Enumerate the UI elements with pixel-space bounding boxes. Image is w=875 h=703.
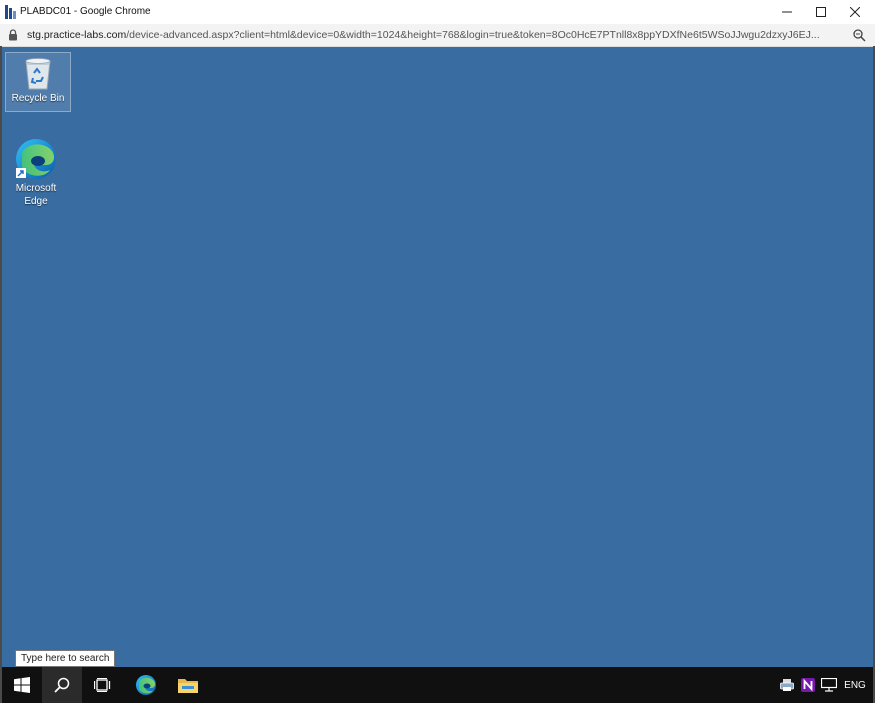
printer-icon: [780, 679, 794, 691]
taskbar-edge-button[interactable]: [126, 667, 166, 703]
edge-label: Microsoft Edge: [15, 183, 57, 207]
url-path: /device-advanced.aspx?client=html&device…: [126, 29, 820, 41]
zoom-icon[interactable]: [852, 28, 866, 42]
minimize-button[interactable]: [770, 0, 804, 24]
tray-onenote[interactable]: [799, 667, 817, 703]
url-host: stg.practice-labs.com: [27, 29, 127, 41]
lock-icon[interactable]: [8, 29, 18, 41]
start-icon: [14, 677, 30, 693]
tray-network[interactable]: [820, 667, 838, 703]
search-icon: [54, 677, 70, 693]
url-text[interactable]: stg.practice-labs.com/device-advanced.as…: [27, 29, 842, 41]
browser-title-bar: PLABDC01 - Google Chrome: [0, 0, 875, 24]
address-bar[interactable]: stg.practice-labs.com/device-advanced.as…: [0, 24, 875, 47]
network-icon: [821, 678, 837, 692]
desktop-icon-microsoft-edge[interactable]: Microsoft Edge: [4, 135, 68, 209]
task-view-icon: [94, 678, 111, 692]
taskbar: ENG: [2, 667, 873, 703]
recycle-bin-icon: [25, 58, 51, 90]
remote-desktop[interactable]: Recycle Bin Microsoft Edge Type here to …: [2, 47, 873, 667]
taskbar-file-explorer-button[interactable]: [168, 667, 208, 703]
onenote-icon: [801, 678, 815, 692]
search-tooltip: Type here to search: [15, 650, 116, 667]
close-button[interactable]: [838, 0, 872, 24]
edge-icon: [136, 675, 156, 695]
task-view-button[interactable]: [83, 667, 123, 703]
search-button[interactable]: [42, 667, 82, 703]
input-language-indicator[interactable]: ENG: [842, 667, 868, 703]
recycle-bin-label: Recycle Bin: [11, 93, 65, 104]
edge-icon: [16, 139, 56, 179]
close-icon: [850, 7, 860, 17]
maximize-button[interactable]: [804, 0, 838, 24]
tray-printer[interactable]: [778, 667, 796, 703]
maximize-icon: [816, 7, 826, 17]
app-icon: [5, 5, 16, 19]
desktop-icon-recycle-bin[interactable]: Recycle Bin: [5, 52, 71, 112]
file-explorer-icon: [178, 679, 198, 693]
start-button[interactable]: [2, 667, 42, 703]
window-title: PLABDC01 - Google Chrome: [20, 6, 151, 17]
minimize-icon: [782, 11, 792, 13]
